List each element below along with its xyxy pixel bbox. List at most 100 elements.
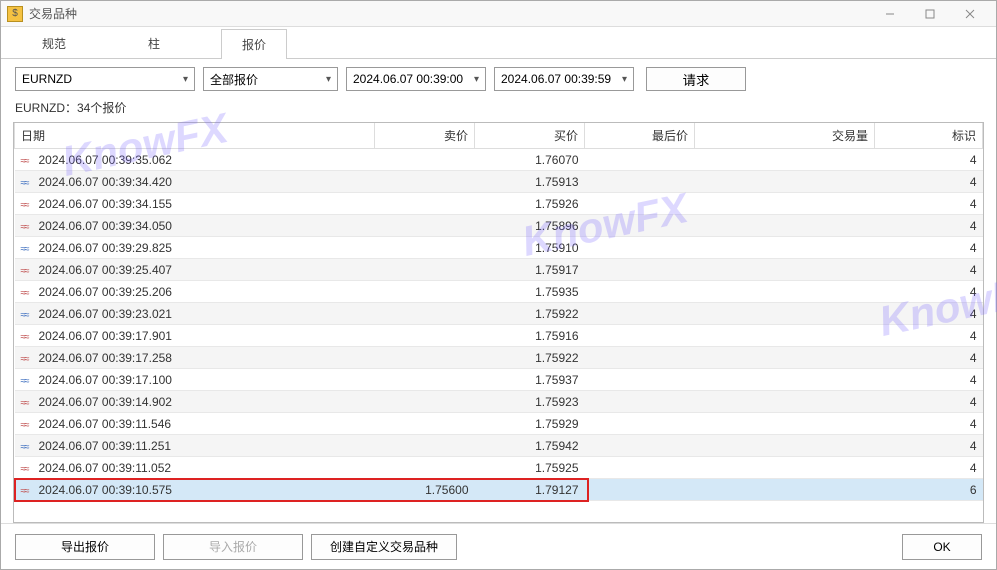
cell-volume [695,303,875,325]
col-volume[interactable]: 交易量 [695,123,875,149]
wave-icon: ≈≈ [21,266,35,277]
date-from-dropdown[interactable]: 2024.06.07 00:39:00 ▾ [346,67,486,91]
chevron-down-icon: ▾ [183,74,188,85]
table-row[interactable]: ≈≈2024.06.07 00:39:11.5461.759294 [15,413,983,435]
table-row[interactable]: ≈≈2024.06.07 00:39:34.1551.759264 [15,193,983,215]
cell-buy: 1.75937 [475,369,585,391]
cell-last [585,303,695,325]
table-row[interactable]: ≈≈2024.06.07 00:39:25.2061.759354 [15,281,983,303]
cell-flag: 4 [875,369,983,391]
cell-volume [695,237,875,259]
symbol-value: EURNZD [22,72,177,86]
request-button[interactable]: 请求 [646,67,746,91]
table-container[interactable]: 日期 卖价 买价 最后价 交易量 标识 ≈≈2024.06.07 00:39:3… [13,122,984,523]
chevron-down-icon: ▾ [474,74,479,85]
cell-last [585,457,695,479]
cell-buy: 1.75935 [475,281,585,303]
col-flag[interactable]: 标识 [875,123,983,149]
table-row[interactable]: ≈≈2024.06.07 00:39:35.0621.760704 [15,149,983,171]
cell-volume [695,413,875,435]
cell-date: 2024.06.07 00:39:14.902 [39,395,172,409]
cell-volume [695,479,875,501]
cell-sell [375,325,475,347]
table-row[interactable]: ≈≈2024.06.07 00:39:25.4071.759174 [15,259,983,281]
cell-last [585,325,695,347]
cell-volume [695,259,875,281]
cell-sell [375,457,475,479]
cell-buy: 1.75929 [475,413,585,435]
table-row[interactable]: ≈≈2024.06.07 00:39:10.5751.756001.791276 [15,479,983,501]
ok-button[interactable]: OK [902,534,982,560]
maximize-button[interactable] [910,2,950,26]
cell-last [585,281,695,303]
cell-sell [375,193,475,215]
import-button[interactable]: 导入报价 [163,534,303,560]
cell-sell [375,347,475,369]
cell-volume [695,149,875,171]
col-last[interactable]: 最后价 [585,123,695,149]
create-custom-button[interactable]: 创建自定义交易品种 [311,534,457,560]
table-row[interactable]: ≈≈2024.06.07 00:39:34.4201.759134 [15,171,983,193]
cell-buy: 1.75917 [475,259,585,281]
col-sell[interactable]: 卖价 [375,123,475,149]
table-row[interactable]: ≈≈2024.06.07 00:39:29.8251.759104 [15,237,983,259]
table-row[interactable]: ≈≈2024.06.07 00:39:17.2581.759224 [15,347,983,369]
cell-last [585,391,695,413]
cell-flag: 4 [875,171,983,193]
cell-date: 2024.06.07 00:39:11.052 [39,461,172,475]
table-row[interactable]: ≈≈2024.06.07 00:39:11.0521.759254 [15,457,983,479]
cell-sell [375,391,475,413]
symbol-dropdown[interactable]: EURNZD ▾ [15,67,195,91]
wave-icon: ≈≈ [21,486,35,497]
chevron-down-icon: ▾ [326,74,331,85]
wave-icon: ≈≈ [21,464,35,475]
cell-date: 2024.06.07 00:39:17.100 [39,373,172,387]
cell-flag: 6 [875,479,983,501]
col-date[interactable]: 日期 [15,123,375,149]
cell-date: 2024.06.07 00:39:25.407 [39,263,172,277]
cell-buy: 1.75910 [475,237,585,259]
quote-type-value: 全部报价 [210,71,320,88]
table-row[interactable]: ≈≈2024.06.07 00:39:34.0501.758964 [15,215,983,237]
cell-sell [375,303,475,325]
wave-icon: ≈≈ [21,222,35,233]
tab-1[interactable]: 柱 [127,28,181,58]
cell-last [585,215,695,237]
cell-last [585,259,695,281]
table-row[interactable]: ≈≈2024.06.07 00:39:14.9021.759234 [15,391,983,413]
cell-buy: 1.75896 [475,215,585,237]
cell-date: 2024.06.07 00:39:11.251 [39,439,172,453]
cell-flag: 4 [875,149,983,171]
cell-last [585,435,695,457]
close-button[interactable] [950,2,990,26]
cell-date: 2024.06.07 00:39:25.206 [39,285,172,299]
wave-icon: ≈≈ [21,354,35,365]
minimize-button[interactable] [870,2,910,26]
quote-type-dropdown[interactable]: 全部报价 ▾ [203,67,338,91]
cell-date: 2024.06.07 00:39:11.546 [39,417,172,431]
cell-buy: 1.75926 [475,193,585,215]
cell-last [585,479,695,501]
cell-date: 2024.06.07 00:39:10.575 [39,483,172,497]
cell-flag: 4 [875,457,983,479]
table-row[interactable]: ≈≈2024.06.07 00:39:17.1001.759374 [15,369,983,391]
table-row[interactable]: ≈≈2024.06.07 00:39:11.2511.759424 [15,435,983,457]
export-button[interactable]: 导出报价 [15,534,155,560]
table-row[interactable]: ≈≈2024.06.07 00:39:23.0211.759224 [15,303,983,325]
titlebar: $ 交易品种 [1,1,996,27]
app-icon: $ [7,6,23,22]
wave-icon: ≈≈ [21,288,35,299]
wave-icon: ≈≈ [21,200,35,211]
cell-last [585,237,695,259]
cell-sell [375,369,475,391]
tab-0[interactable]: 规范 [21,28,87,58]
date-to-dropdown[interactable]: 2024.06.07 00:39:59 ▾ [494,67,634,91]
table-row[interactable]: ≈≈2024.06.07 00:39:17.9011.759164 [15,325,983,347]
chevron-down-icon: ▾ [622,74,627,85]
tab-2[interactable]: 报价 [221,29,287,59]
cell-sell [375,171,475,193]
cell-sell [375,281,475,303]
cell-flag: 4 [875,347,983,369]
col-buy[interactable]: 买价 [475,123,585,149]
window-title: 交易品种 [29,5,870,22]
